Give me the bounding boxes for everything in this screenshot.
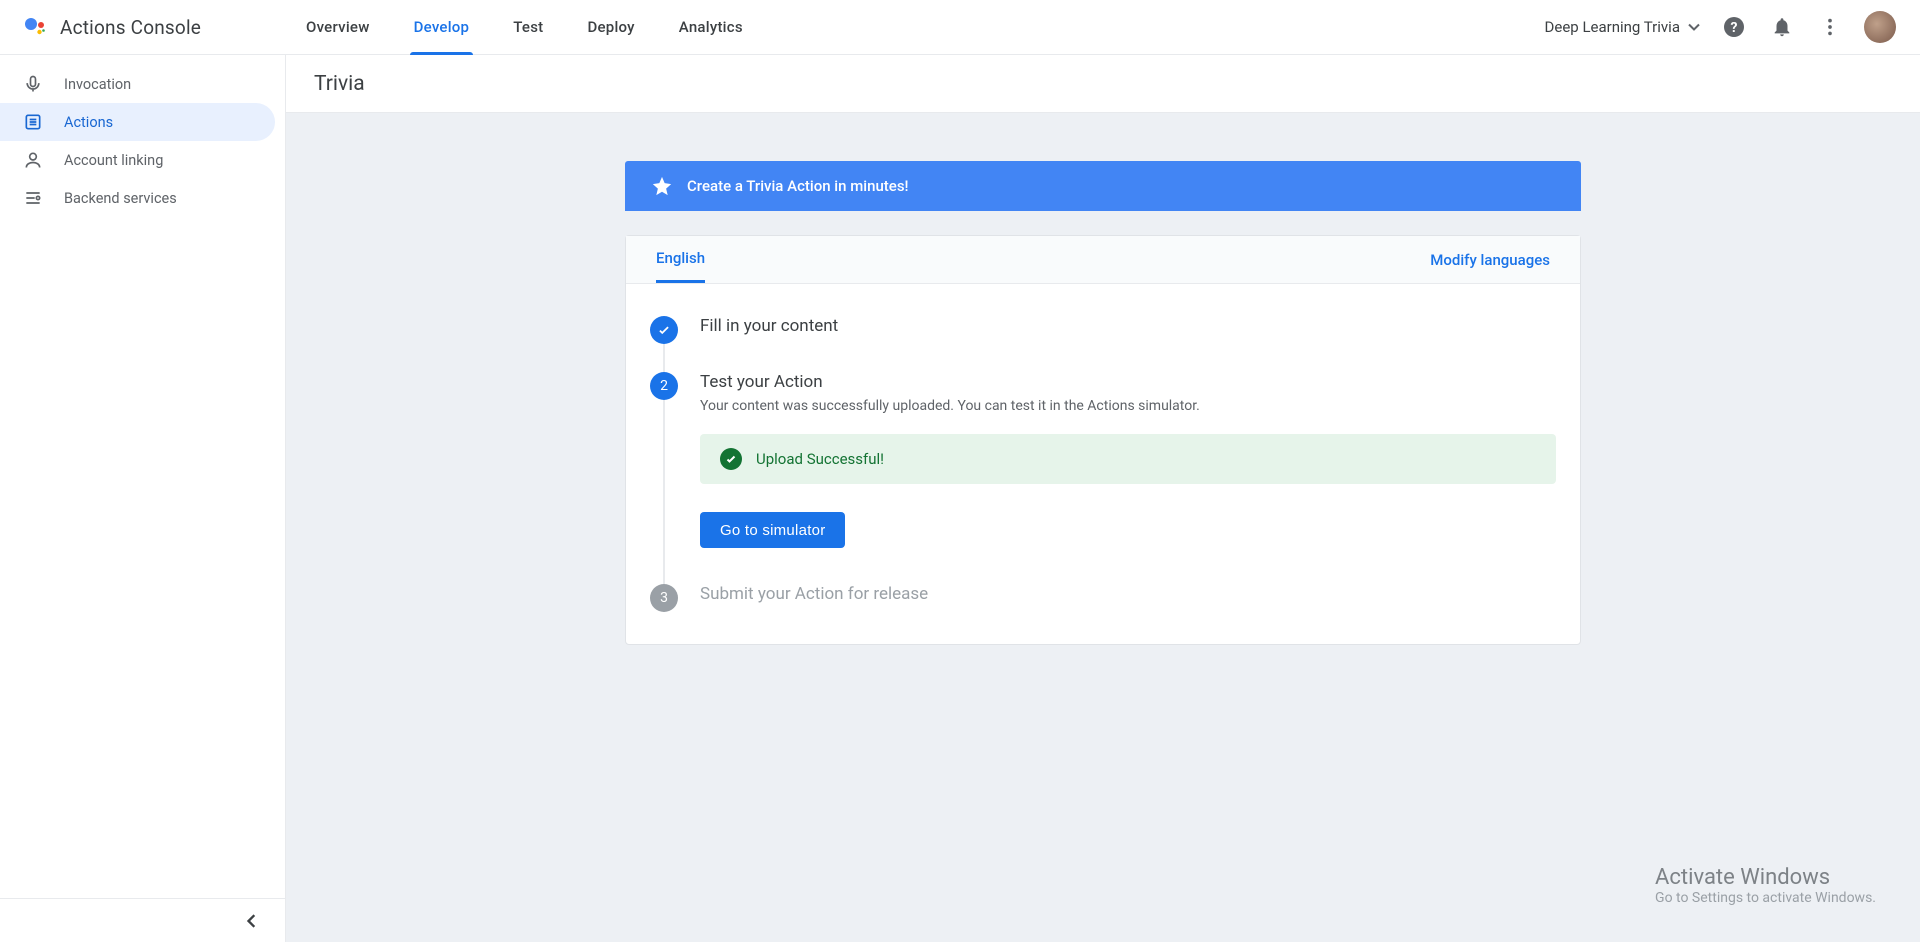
step-2-subtitle: Your content was successfully uploaded. … <box>700 398 1556 414</box>
top-header: Actions Console Overview Develop Test De… <box>0 0 1920 55</box>
tab-analytics[interactable]: Analytics <box>657 0 765 54</box>
sidebar-item-invocation[interactable]: Invocation <box>0 65 275 103</box>
windows-activation-watermark: Activate Windows Go to Settings to activ… <box>1655 865 1876 906</box>
app-title: Actions Console <box>60 16 201 39</box>
sidebar-item-label: Actions <box>64 114 113 131</box>
steps-container: Fill in your content 2 Test your Action … <box>626 284 1580 644</box>
tab-test[interactable]: Test <box>491 0 565 54</box>
chevron-down-icon <box>1688 21 1700 33</box>
success-text: Upload Successful! <box>756 450 884 468</box>
more-vert-icon[interactable] <box>1816 13 1844 41</box>
sidebar-item-actions[interactable]: Actions <box>0 103 275 141</box>
check-icon <box>657 323 671 337</box>
step-3-title: Submit your Action for release <box>700 584 1556 604</box>
main-layout: Invocation Actions Account linking Backe… <box>0 55 1920 942</box>
sidebar-item-label: Account linking <box>64 152 163 169</box>
tab-overview[interactable]: Overview <box>284 0 392 54</box>
step-1-title: Fill in your content <box>700 316 1556 336</box>
project-switcher[interactable]: Deep Learning Trivia <box>1545 18 1700 36</box>
step-3: 3 Submit your Action for release <box>650 576 1556 612</box>
help-icon[interactable]: ? <box>1720 13 1748 41</box>
list-icon <box>22 111 44 133</box>
svg-text:?: ? <box>1731 20 1738 36</box>
step-1-check-badge <box>650 316 678 344</box>
step-3-badge: 3 <box>650 584 678 612</box>
panel: English Modify languages Fill in your co… <box>625 235 1581 645</box>
modify-languages-link[interactable]: Modify languages <box>1430 251 1550 269</box>
upload-success-box: Upload Successful! <box>700 434 1556 484</box>
sidebar: Invocation Actions Account linking Backe… <box>0 55 286 942</box>
assistant-logo-icon <box>24 16 46 38</box>
top-tabs: Overview Develop Test Deploy Analytics <box>284 0 765 54</box>
canvas: Create a Trivia Action in minutes! Engli… <box>286 113 1920 942</box>
banner-text: Create a Trivia Action in minutes! <box>687 177 909 195</box>
step-2-title: Test your Action <box>700 372 1556 392</box>
mic-icon <box>22 73 44 95</box>
side-nav: Invocation Actions Account linking Backe… <box>0 55 285 227</box>
user-icon <box>22 149 44 171</box>
check-circle-icon <box>720 448 742 470</box>
sidebar-item-backend-services[interactable]: Backend services <box>0 179 275 217</box>
project-name: Deep Learning Trivia <box>1545 18 1680 36</box>
language-tab-english[interactable]: English <box>656 236 705 283</box>
avatar[interactable] <box>1864 11 1896 43</box>
logo-group: Actions Console <box>24 16 284 39</box>
header-right: Deep Learning Trivia ? <box>1545 11 1896 43</box>
sidebar-item-label: Invocation <box>64 76 131 93</box>
sidebar-item-label: Backend services <box>64 190 177 207</box>
step-2-badge: 2 <box>650 372 678 400</box>
watermark-line2: Go to Settings to activate Windows. <box>1655 890 1876 906</box>
tab-deploy[interactable]: Deploy <box>565 0 656 54</box>
step-2: 2 Test your Action Your content was succ… <box>650 364 1556 576</box>
language-tab-bar: English Modify languages <box>626 236 1580 284</box>
page-title: Trivia <box>286 55 1920 113</box>
tab-develop[interactable]: Develop <box>392 0 492 54</box>
star-icon <box>651 175 673 197</box>
settings-list-icon <box>22 187 44 209</box>
watermark-line1: Activate Windows <box>1655 865 1876 890</box>
chevron-left-icon <box>245 914 259 928</box>
sidebar-item-account-linking[interactable]: Account linking <box>0 141 275 179</box>
sidebar-collapse[interactable] <box>0 898 285 942</box>
info-banner: Create a Trivia Action in minutes! <box>625 161 1581 211</box>
step-connector <box>663 400 665 584</box>
go-to-simulator-button[interactable]: Go to simulator <box>700 512 845 548</box>
card-column: Create a Trivia Action in minutes! Engli… <box>625 161 1581 942</box>
step-1: Fill in your content <box>650 308 1556 364</box>
content: Trivia Create a Trivia Action in minutes… <box>286 55 1920 942</box>
notifications-icon[interactable] <box>1768 13 1796 41</box>
